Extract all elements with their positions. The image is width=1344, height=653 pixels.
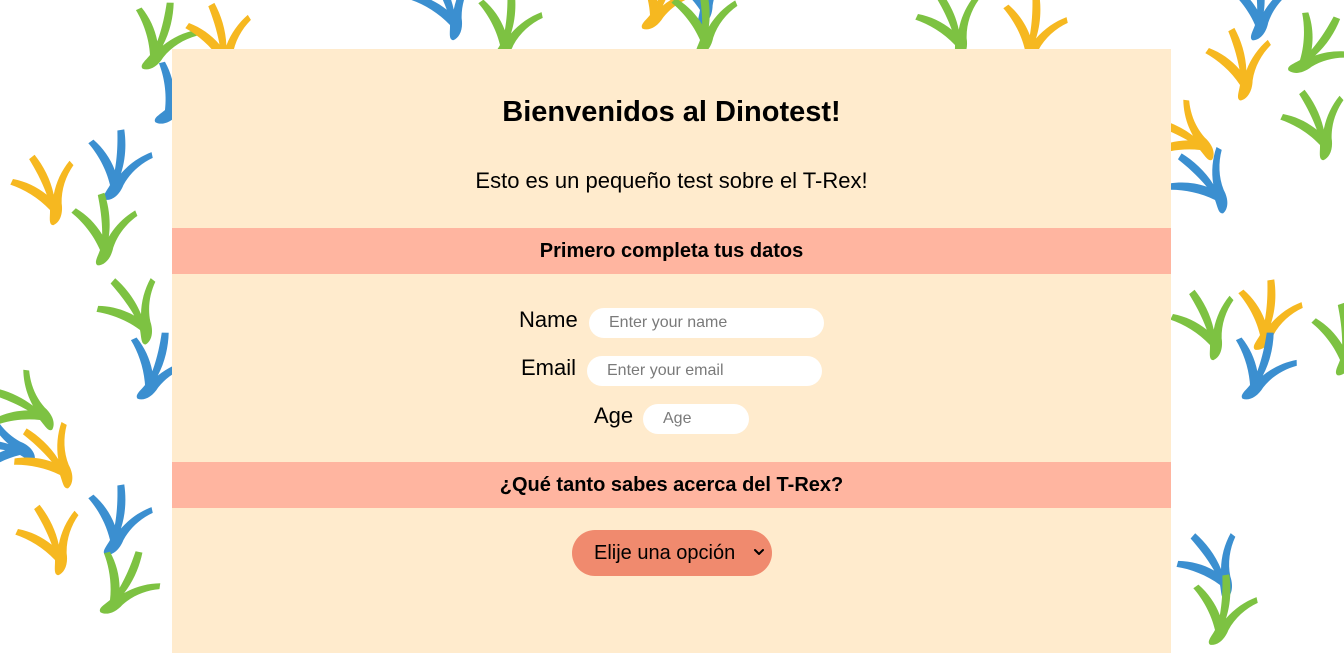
name-input[interactable] [589, 308, 824, 338]
section-heading-quiz-text: ¿Qué tanto sabes acerca del T-Rex? [499, 473, 844, 496]
dino-footprint-icon [1163, 278, 1251, 370]
dino-footprint-icon [1201, 22, 1280, 106]
email-label: Email [521, 355, 577, 380]
section-heading-quiz: ¿Qué tanto sabes acerca del T-Rex? [172, 462, 1171, 508]
dino-footprint-icon [1311, 302, 1344, 376]
dino-footprint-icon [3, 143, 91, 235]
quiz-level-select[interactable]: Elije una opción [572, 530, 772, 576]
age-input[interactable] [643, 404, 749, 434]
dino-footprint-icon [671, 0, 738, 56]
dino-footprint-icon [403, 0, 491, 50]
dino-footprint-icon [8, 493, 96, 585]
dino-footprint-icon [1273, 78, 1344, 170]
dino-footprint-icon [79, 478, 157, 562]
quiz-level-select-value: Elije una opción [594, 541, 736, 564]
dino-footprint-icon [1166, 516, 1261, 613]
dino-footprint-icon [71, 192, 138, 266]
page-title: Bienvenidos al Dinotest! [502, 96, 841, 128]
section-heading-personal: Primero completa tus datos [172, 228, 1171, 274]
dino-footprint-icon [1184, 568, 1262, 652]
page-subtitle: Esto es un pequeño test sobre el T-Rex! [475, 168, 868, 193]
section-heading-personal-text: Primero completa tus datos [539, 239, 804, 262]
name-label: Name [519, 307, 578, 332]
age-label: Age [594, 403, 634, 428]
dino-footprint-icon [1268, 0, 1344, 96]
dino-footprint-icon [79, 123, 157, 207]
chevron-down-icon [754, 549, 764, 555]
main-panel: Bienvenidos al Dinotest! Esto es un pequ… [172, 49, 1171, 653]
email-input[interactable] [587, 356, 822, 386]
dino-footprint-icon [77, 536, 171, 633]
